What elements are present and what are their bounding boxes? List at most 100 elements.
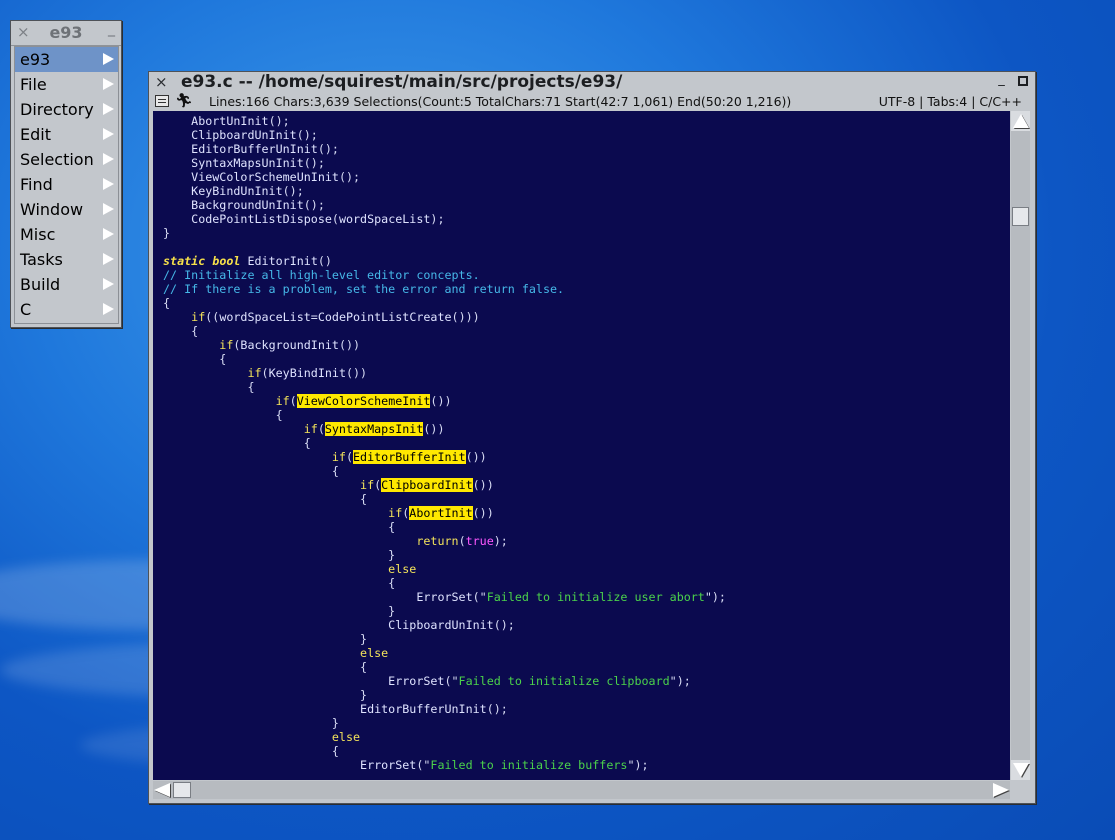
menu-item-label: Tasks [20,250,63,269]
encoding-label[interactable]: UTF-8 [879,94,915,109]
menu-item-label: Misc [20,225,56,244]
menu-item-c[interactable]: C [15,297,118,322]
code-line[interactable]: if(ViewColorSchemeInit()) [163,394,452,408]
code-line[interactable]: ErrorSet("Failed to initialize buffers")… [163,758,649,772]
minimize-icon[interactable]: _ [108,21,115,37]
submenu-arrow-icon [103,53,114,65]
menu-item-label: Window [20,200,84,219]
horizontal-scroll-thumb[interactable] [173,782,191,798]
code-line[interactable]: if((wordSpaceList=CodePointListCreate())… [163,310,480,324]
menu-item-selection[interactable]: Selection [15,147,118,172]
code-line[interactable]: // Initialize all high-level editor conc… [163,268,480,282]
menu-item-label: File [20,75,47,94]
language-label[interactable]: C/C++ [979,94,1022,109]
code-line[interactable]: BackgroundUnInit(); [163,198,325,212]
scrollbar-corner [1011,781,1030,799]
menu-item-label: e93 [20,50,51,69]
code-line[interactable]: KeyBindUnInit(); [163,184,304,198]
menu-item-label: C [20,300,32,319]
code-line[interactable]: EditorBufferUnInit(); [163,702,508,716]
submenu-arrow-icon [103,303,114,315]
menu-item-edit[interactable]: Edit [15,122,118,147]
code-line[interactable]: EditorBufferUnInit(); [163,142,339,156]
code-line[interactable]: else [163,646,388,660]
code-line[interactable]: // If there is a problem, set the error … [163,282,564,296]
code-line[interactable]: } [163,604,395,618]
submenu-arrow-icon [103,278,114,290]
code-line[interactable]: AbortUnInit(); [163,114,290,128]
code-line[interactable]: if(BackgroundInit()) [163,338,360,352]
minimize-icon[interactable]: _ [995,73,1008,88]
menu-item-label: Build [20,275,61,294]
editor-titlebar[interactable]: × e93.c -- /home/squirest/main/src/proje… [149,72,1035,93]
code-line[interactable]: if(KeyBindInit()) [163,366,367,380]
code-editor[interactable]: AbortUnInit(); ClipboardUnInit(); Editor… [153,111,1010,780]
maximize-icon[interactable] [1018,76,1028,86]
code-line[interactable]: ErrorSet("Failed to initialize user abor… [163,590,726,604]
menu-item-find[interactable]: Find [15,172,118,197]
code-line[interactable]: { [163,492,367,506]
scroll-down-button[interactable] [1011,760,1030,780]
code-line[interactable]: ClipboardUnInit(); [163,128,318,142]
arrow-right-icon[interactable] [993,783,1009,797]
menu-window: × e93 _ e93 File Directory Edit Selection Fin… [10,20,122,328]
code-text[interactable]: AbortUnInit(); ClipboardUnInit(); Editor… [163,114,726,772]
code-line[interactable]: else [163,562,416,576]
code-line[interactable]: ViewColorSchemeUnInit(); [163,170,360,184]
code-line[interactable]: ClipboardUnInit(); [163,618,515,632]
submenu-arrow-icon [103,253,114,265]
code-line[interactable]: { [163,380,254,394]
code-line[interactable]: { [163,296,170,310]
code-line[interactable]: } [163,632,367,646]
menu-item-directory[interactable]: Directory [15,97,118,122]
menu-item-file[interactable]: File [15,72,118,97]
submenu-arrow-icon [103,103,114,115]
submenu-arrow-icon [103,228,114,240]
code-line[interactable]: { [163,408,283,422]
code-line[interactable]: SyntaxMapsUnInit(); [163,156,325,170]
menu-item-label: Find [20,175,53,194]
code-line[interactable]: { [163,660,367,674]
code-line[interactable]: { [163,744,339,758]
horizontal-scrollbar[interactable] [153,781,1010,799]
menu-item-build[interactable]: Build [15,272,118,297]
submenu-arrow-icon [103,128,114,140]
scroll-up-button[interactable] [1011,111,1030,131]
menu-item-misc[interactable]: Misc [15,222,118,247]
arrow-left-icon[interactable] [154,783,170,797]
code-line[interactable]: else [163,730,360,744]
code-line[interactable]: { [163,324,198,338]
code-line[interactable]: } [163,226,170,240]
code-line[interactable]: { [163,576,395,590]
code-line[interactable]: if(SyntaxMapsInit()) [163,422,445,436]
window-title: e93.c -- /home/squirest/main/src/project… [181,72,623,92]
menu-list: e93 File Directory Edit Selection Find Window M… [14,46,119,324]
code-line[interactable]: if(ClipboardInit()) [163,478,494,492]
submenu-arrow-icon [103,178,114,190]
code-line[interactable]: static bool EditorInit() [163,254,332,268]
menu-item-window[interactable]: Window [15,197,118,222]
menu-window-title: e93 [49,23,83,42]
code-line[interactable]: { [163,436,311,450]
menu-item-tasks[interactable]: Tasks [15,247,118,272]
code-line[interactable]: { [163,352,226,366]
code-line[interactable]: return(true); [163,534,508,548]
code-line[interactable]: if(AbortInit()) [163,506,494,520]
menu-titlebar[interactable]: × e93 _ [11,21,121,46]
tabs-label[interactable]: Tabs:4 [927,94,967,109]
code-line[interactable]: } [163,548,395,562]
code-line[interactable]: { [163,520,395,534]
code-line[interactable]: } [163,688,367,702]
document-icon[interactable] [155,95,169,107]
close-icon[interactable]: × [155,73,168,91]
code-line[interactable]: } [163,716,339,730]
status-bar: 🏃︎ Lines:166 Chars:3,639 Selections(Coun… [153,93,1030,110]
code-line[interactable]: ErrorSet("Failed to initialize clipboard… [163,674,691,688]
code-line[interactable]: if(EditorBufferInit()) [163,450,487,464]
menu-item-e93[interactable]: e93 [15,47,118,72]
code-line[interactable]: CodePointListDispose(wordSpaceList); [163,212,444,226]
code-line[interactable]: { [163,464,339,478]
vertical-scrollbar[interactable] [1011,111,1030,780]
running-task-icon[interactable]: 🏃︎ [175,93,193,109]
vertical-scroll-thumb[interactable] [1012,207,1029,226]
